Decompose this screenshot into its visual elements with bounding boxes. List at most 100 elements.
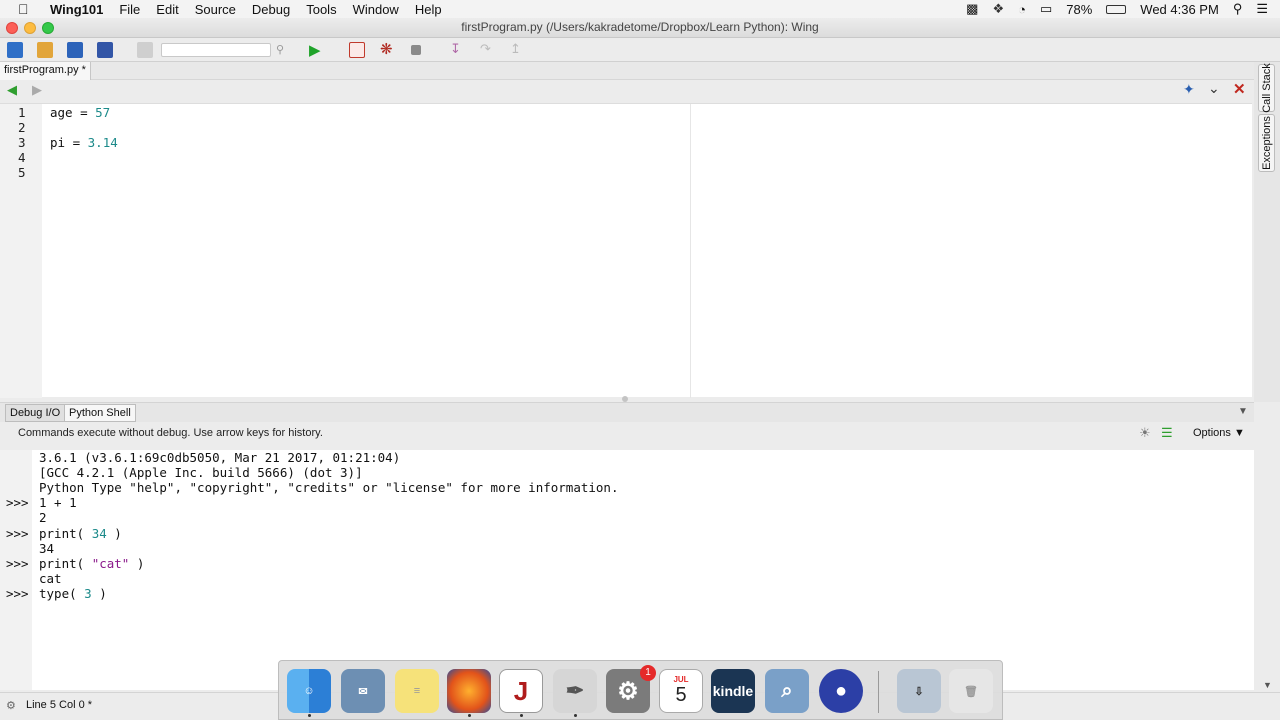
open-file-icon[interactable] xyxy=(37,42,53,58)
screen-recorder-icon[interactable]: ● xyxy=(819,669,863,713)
running-indicator xyxy=(468,714,471,717)
line-number: 4 xyxy=(18,150,26,165)
chevron-down-icon[interactable]: ▼ xyxy=(1238,406,1248,417)
chevron-down-icon[interactable]: ⌄ xyxy=(1208,80,1220,97)
shell-info-text: Commands execute without debug. Use arro… xyxy=(18,427,323,439)
tab-call-stack[interactable]: Call Stack xyxy=(1258,63,1275,113)
step-into-icon[interactable]: ↧ xyxy=(450,41,466,57)
kindle-icon[interactable]: kindle xyxy=(711,669,755,713)
shell-info-bar: Commands execute without debug. Use arro… xyxy=(0,422,1254,448)
search-icon[interactable]: ⚲ xyxy=(276,43,292,59)
menu-file[interactable]: File xyxy=(111,2,148,17)
airplay-icon[interactable]: ▭ xyxy=(1040,1,1052,17)
new-file-icon[interactable] xyxy=(7,42,23,58)
shell-output: 34 xyxy=(39,541,55,556)
menu-app-name[interactable]: Wing101 xyxy=(42,2,111,17)
options-menu[interactable]: Options ▼ xyxy=(1193,427,1245,439)
code-operator: = xyxy=(65,135,88,150)
shell-input-arg: "cat" xyxy=(91,556,130,571)
kindle-label: kindle xyxy=(712,683,754,699)
apple-icon[interactable]:  xyxy=(18,1,36,17)
battery-percent[interactable]: 78% xyxy=(1066,2,1092,17)
debug-file-icon[interactable] xyxy=(349,42,365,58)
options-label: Options xyxy=(1193,427,1231,439)
j-editor-icon[interactable]: J xyxy=(499,669,543,713)
notification-badge: 1 xyxy=(640,665,656,681)
menu-help[interactable]: Help xyxy=(407,2,450,17)
debug-bug-icon[interactable]: ☀ xyxy=(1139,425,1151,441)
code-editor[interactable]: 1 2 3 4 5 age = 57 pi = 3.14 xyxy=(0,103,1252,398)
clock[interactable]: Wed 4:36 PM xyxy=(1140,2,1219,17)
tab-firstprogram[interactable]: firstProgram.py * xyxy=(0,62,91,80)
tab-exceptions[interactable]: Exceptions xyxy=(1258,114,1275,172)
tab-exceptions-label: Exceptions xyxy=(1260,116,1273,170)
running-indicator xyxy=(308,714,311,717)
trash-icon[interactable]: 🗑 xyxy=(949,669,993,713)
step-over-icon[interactable]: ↷ xyxy=(480,41,496,57)
code-number: 3.14 xyxy=(87,135,118,150)
shell-banner-line: [GCC 4.2.1 (Apple Inc. build 5666) (dot … xyxy=(39,465,363,480)
menu-debug[interactable]: Debug xyxy=(244,2,298,17)
save-all-icon[interactable] xyxy=(97,42,113,58)
code-line[interactable]: pi = 3.14 xyxy=(50,135,118,150)
menu-tools[interactable]: Tools xyxy=(298,2,344,17)
editor-column-guide xyxy=(690,104,691,398)
shell-output: 2 xyxy=(39,510,47,525)
preview-icon[interactable]: ⌕ xyxy=(765,669,809,713)
bug-icon[interactable]: ❋ xyxy=(380,40,396,58)
menu-window[interactable]: Window xyxy=(345,2,407,17)
forward-arrow-icon[interactable]: ▶ xyxy=(32,82,42,98)
shell-input-close: ) xyxy=(106,526,122,541)
code-identifier: age xyxy=(50,105,73,120)
scroll-down-icon[interactable]: ▼ xyxy=(1263,680,1272,690)
menu-source[interactable]: Source xyxy=(187,2,244,17)
tab-python-shell[interactable]: Python Shell xyxy=(64,404,136,422)
toolbar: ⚲ ▶ ❋ ↧ ↷ ↥ xyxy=(0,38,1280,62)
feather-icon[interactable]: ✒ xyxy=(553,669,597,713)
running-indicator xyxy=(574,714,577,717)
code-identifier: pi xyxy=(50,135,66,150)
code-number: 57 xyxy=(95,105,111,120)
notification-center-icon[interactable]: ☰ xyxy=(1256,1,1268,17)
dropbox-icon[interactable]: ❖ xyxy=(992,1,1004,17)
list-add-icon[interactable]: ☰ xyxy=(1161,425,1173,441)
shell-input: print( "cat" ) xyxy=(39,556,144,571)
window-title-bar: firstProgram.py (/Users/kakradetome/Drop… xyxy=(0,18,1280,38)
code-line[interactable]: age = 57 xyxy=(50,105,110,120)
run-icon[interactable]: ▶ xyxy=(309,41,325,59)
menu-edit[interactable]: Edit xyxy=(148,2,186,17)
shell-input: 1 + 1 xyxy=(39,495,77,510)
wifi-icon[interactable]: ◔ xyxy=(1018,2,1026,17)
calendar-month: JUL xyxy=(673,675,689,684)
screen-record-icon[interactable]: ▩ xyxy=(966,1,978,17)
step-out-icon[interactable]: ↥ xyxy=(510,41,526,57)
close-editor-icon[interactable]: ✕ xyxy=(1233,80,1246,98)
spotlight-icon[interactable]: ⚲ xyxy=(1233,1,1243,17)
shell-prompt: >>> xyxy=(6,526,29,541)
finder-icon[interactable]: ☺ xyxy=(287,669,331,713)
mail-icon[interactable]: ✉ xyxy=(341,669,385,713)
calendar-day: 5 xyxy=(675,684,687,706)
shell-input: print( 34 ) xyxy=(39,526,122,541)
indent-icon[interactable] xyxy=(137,42,153,58)
pin-icon[interactable]: ✦ xyxy=(1183,81,1195,98)
firefox-icon[interactable] xyxy=(447,669,491,713)
downloads-folder-icon[interactable]: ⇩ xyxy=(897,669,941,713)
save-icon[interactable] xyxy=(67,42,83,58)
tab-debug-io[interactable]: Debug I/O xyxy=(5,404,66,422)
notes-icon[interactable]: ≡ xyxy=(395,669,439,713)
calendar-icon[interactable]: JUL 5 xyxy=(659,669,703,713)
line-number-gutter: 1 2 3 4 5 xyxy=(0,104,42,398)
toolbar-search-input[interactable] xyxy=(161,43,271,57)
python-shell-output[interactable]: 3.6.1 (v3.6.1:69c0db5050, Mar 21 2017, 0… xyxy=(0,450,1254,690)
shell-output: cat xyxy=(39,571,62,586)
back-arrow-icon[interactable]: ◀ xyxy=(7,82,17,98)
dock-divider xyxy=(878,671,879,713)
shell-banner-line: 3.6.1 (v3.6.1:69c0db5050, Mar 21 2017, 0… xyxy=(39,450,401,465)
battery-icon[interactable] xyxy=(1106,4,1127,14)
window-title: firstProgram.py (/Users/kakradetome/Drop… xyxy=(461,20,819,34)
settings-gear-icon[interactable]: ⚙ xyxy=(6,699,16,712)
shell-input-arg: 34 xyxy=(91,526,107,541)
stop-icon[interactable] xyxy=(411,45,421,55)
tab-call-stack-label: Call Stack xyxy=(1260,63,1273,113)
